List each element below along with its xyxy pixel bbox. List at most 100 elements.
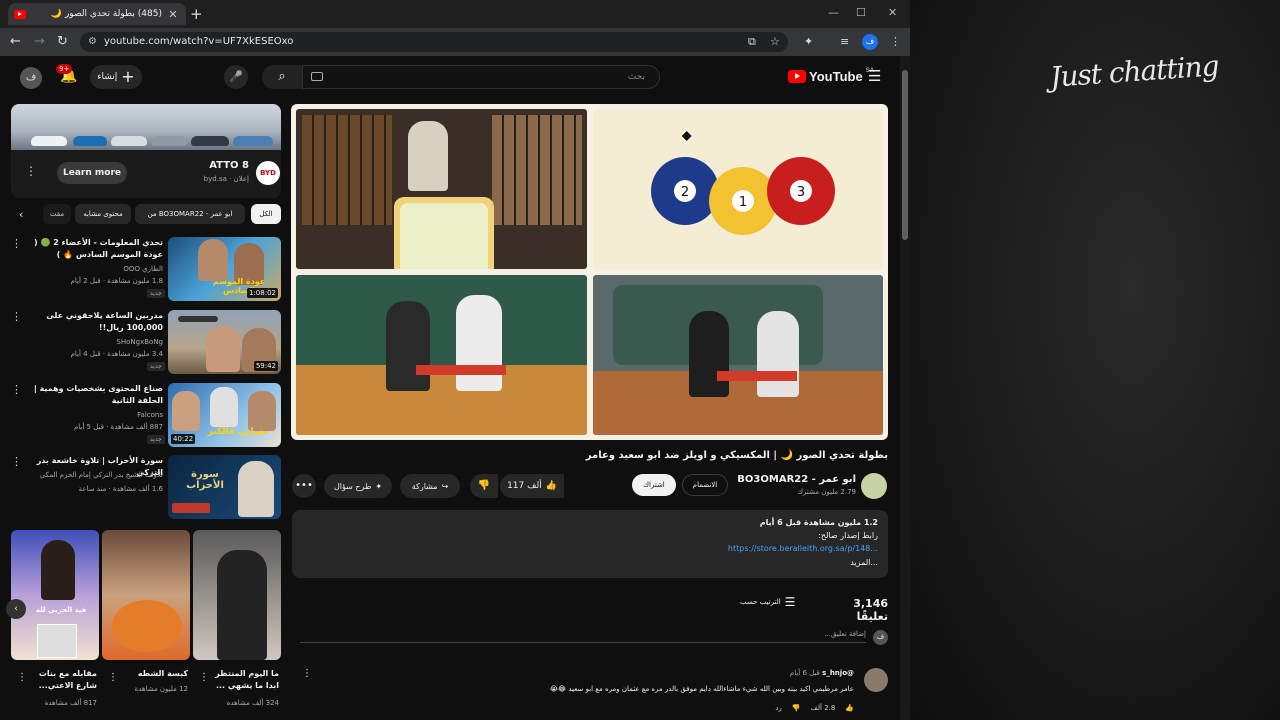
more-options-icon[interactable]: ⋮ [17,672,27,683]
minimize-button[interactable]: — [828,6,839,19]
dislike-button[interactable]: 👎 [470,474,498,498]
short-title[interactable]: مقابله مع بنات شارع الاعتي... [25,668,97,692]
site-info-icon[interactable]: ⚙ [88,32,97,52]
tab-close-icon[interactable]: ✕ [166,8,180,21]
ad-image[interactable] [11,104,281,150]
video-thumbnail[interactable]: مترابي فالكنز 40:22 [168,383,281,447]
browser-profile-avatar[interactable]: ف [862,34,878,50]
youtube-play-icon [788,70,806,83]
description-link[interactable]: https://store.beralleith.org.sa/p/148... [728,544,878,553]
join-button[interactable]: الانضمام [682,474,728,496]
car-shape [151,136,187,146]
new-badge: جديد [147,289,165,298]
comment-dislike-button[interactable]: 👎 [792,704,801,712]
short-thumbnail[interactable] [193,530,281,660]
back-arrow-icon[interactable]: ← [10,34,21,49]
comment-menu-icon[interactable]: ⋮ [302,668,312,679]
keyboard-icon[interactable] [311,72,323,81]
more-options-icon[interactable]: ⋮ [108,672,118,683]
more-options-icon[interactable]: ⋮ [11,237,22,250]
ask-button[interactable]: طرح سؤال ✦ [324,474,392,498]
ad-brand-logo[interactable]: BYD [256,161,280,185]
channel-name[interactable]: تلاوات الشيخ بدر التركي إمام الحرم المكي [29,471,163,479]
install-app-icon[interactable]: ⧉ [748,35,756,49]
extensions-icon[interactable]: ✦ [804,35,813,48]
like-button[interactable]: 117 ألف 👍 [500,474,564,498]
more-options-icon[interactable]: ⋮ [11,383,22,396]
video-thumbnail[interactable]: سورة الأحزاب [168,455,281,519]
browser-tab[interactable]: (485) بطولة تحدي الصور 🌙 ✕ [8,3,186,25]
video-player[interactable]: 2 1 3 [291,104,888,440]
comment-reply-button[interactable]: رد [775,704,782,712]
page-scrollbar[interactable] [900,56,910,720]
learn-more-button[interactable]: Learn more [57,162,127,184]
channel-name[interactable]: الطاري OOO [29,265,163,273]
more-options-icon[interactable]: ⋮ [11,310,22,323]
video-title[interactable]: مدربين الساعة يلاحقوني على 100,000 ريال!… [29,310,163,334]
reload-icon[interactable]: ↻ [57,34,68,49]
chip-from-channel[interactable]: من BO3OMAR22 - ابو عمر [135,204,245,224]
short-thumbnail[interactable] [102,530,190,660]
more-actions-button[interactable]: ••• [292,474,316,498]
side-video-item[interactable]: عودة الموسم السادس 1:08:02 تحدي المعلوما… [11,237,281,303]
more-options-icon[interactable]: ⋮ [11,455,22,468]
add-comment-input[interactable]: إضافة تعليق... [300,630,866,643]
person-shape [386,301,430,391]
more-options-icon[interactable]: ⋮ [199,672,209,683]
share-button[interactable]: مشاركة ↪ [400,474,460,498]
bookmark-star-icon[interactable]: ☆ [770,35,780,48]
food-dish-shape [112,600,182,652]
browser-menu-icon[interactable]: ⋮ [890,35,901,48]
short-thumbnail[interactable]: فيد الحربي لله [11,530,99,660]
sort-icon: ☰ [784,595,796,609]
comment-like-count: 2.8 ألف [810,704,836,712]
hamburger-menu-icon[interactable]: ☰ [868,67,881,85]
channel-avatar[interactable] [861,473,887,499]
create-button[interactable]: إنشاء + [90,65,142,89]
forward-arrow-icon[interactable]: → [34,34,45,49]
short-title[interactable]: ما اليوم المنتظر ابدا ما يشهي ... [207,668,279,692]
sort-comments-button[interactable]: الترتيب حسب ☰ [740,595,795,609]
comment-like-button[interactable]: 👍 [845,704,854,712]
short-title[interactable]: كبسة الشطه [116,668,188,680]
show-more-link[interactable]: ...المزيد [850,558,878,567]
address-bar[interactable]: ⚙ youtube.com/watch?v=UF7XkESEOxo [80,32,788,52]
comment-author[interactable]: @s_hnjo [822,669,854,677]
video-title[interactable]: تحدي المعلومات - الأعضاء 2 🟢 ( عودة المو… [29,237,163,261]
billiard-balls-graphic: 2 1 3 [651,131,835,235]
share-arrow-icon: ↪ [441,481,449,491]
search-button[interactable]: ⌕ [262,65,302,89]
close-window-button[interactable]: ✕ [888,6,897,19]
video-title[interactable]: صناع المحتوى بشخصيات وهمية | الحلقة الثا… [29,383,163,407]
comment-author-avatar[interactable] [864,668,888,692]
chip-similar[interactable]: محتوى مشابه [75,204,131,224]
chevron-left-icon[interactable]: ‹ [19,208,23,221]
shorts-previous-button[interactable]: ‹ [6,599,26,619]
video-thumbnail[interactable]: 59:42 [168,310,281,374]
side-video-item[interactable]: 59:42 مدربين الساعة يلاحقوني على 100,000… [11,310,281,376]
channel-name[interactable]: SHoNgxBoNg [29,338,163,346]
side-video-item[interactable]: مترابي فالكنز 40:22 صناع المحتوى بشخصيات… [11,383,281,449]
ad-title[interactable]: ATTO 8 [161,160,249,171]
video-thumbnail[interactable]: عودة الموسم السادس 1:08:02 [168,237,281,301]
new-tab-button[interactable]: + [190,5,203,23]
side-video-item[interactable]: سورة الأحزاب سورة الأحزاب | تلاوة خاشعة … [11,455,281,521]
ad-card[interactable]: ⋮ Learn more ATTO 8 byd.sa · إعلان BYD [11,104,281,198]
youtube-logo[interactable]: YouTube SA [788,68,874,84]
search-input[interactable]: بحث [302,65,660,89]
account-avatar[interactable]: ف [20,67,42,89]
chip-4[interactable]: مقت [43,204,71,224]
media-controls-icon[interactable]: ≡ [840,35,849,48]
scrollbar-thumb[interactable] [902,70,908,240]
microphone-icon[interactable]: 🎤 [224,65,248,89]
ad-menu-icon[interactable]: ⋮ [25,164,37,178]
maximize-button[interactable]: ☐ [856,6,866,19]
ask-label: طرح سؤال [333,481,372,491]
description-box[interactable]: 1.2 مليون مشاهدة قبل 6 أيام رابط إصدار ص… [292,510,888,578]
video-title-main: بطولة تحدي الصور 🌙 | المكسيكي و اويلز ضد… [585,450,888,461]
car-shape [233,136,273,146]
chip-all[interactable]: الكل [251,204,281,224]
subscribe-button[interactable]: اشتراك [632,474,676,496]
url-text: youtube.com/watch?v=UF7XkESEOxo [104,36,294,47]
channel-name[interactable]: Falcons [29,411,163,419]
